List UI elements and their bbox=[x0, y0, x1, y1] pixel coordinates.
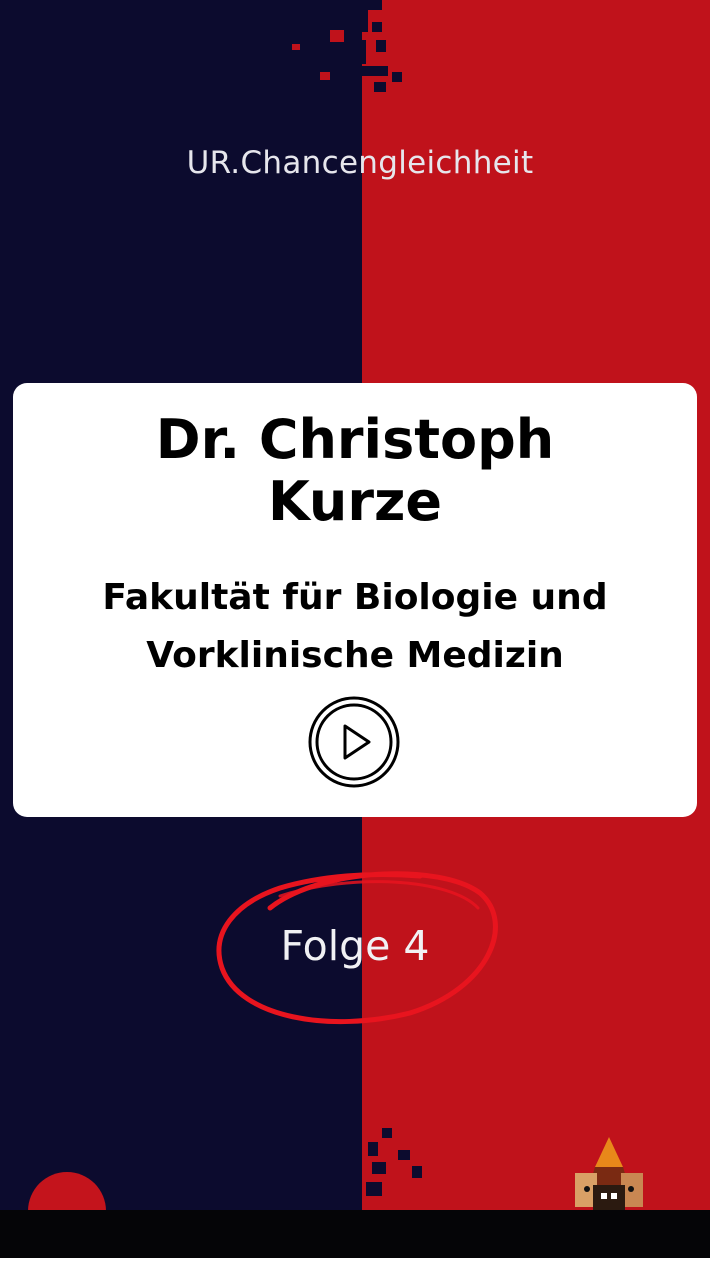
speaker-card: Dr. Christoph Kurze Fakultät für Biologi… bbox=[13, 383, 697, 817]
speaker-faculty: Fakultät für Biologie und Vorklinische M… bbox=[13, 569, 697, 685]
episode-label: Folge 4 bbox=[280, 922, 430, 970]
bottom-strip bbox=[0, 1258, 710, 1263]
play-circle-icon bbox=[308, 696, 400, 788]
faculty-line1: Fakultät für Biologie und bbox=[102, 577, 608, 618]
play-button[interactable] bbox=[307, 695, 401, 789]
speaker-name: Dr. Christoph Kurze bbox=[13, 409, 697, 533]
video-progress-bar[interactable] bbox=[0, 1210, 710, 1258]
brand-label: UR.Chancengleichheit bbox=[186, 145, 534, 181]
speaker-name-line1: Dr. Christoph bbox=[155, 408, 555, 471]
faculty-line2: Vorklinische Medizin bbox=[146, 635, 564, 676]
video-cover[interactable]: UR.Chancengleichheit Folge 4 Dr. Christo… bbox=[0, 0, 710, 1263]
partner-logo-icon bbox=[575, 1137, 643, 1211]
speaker-name-line2: Kurze bbox=[267, 470, 443, 533]
